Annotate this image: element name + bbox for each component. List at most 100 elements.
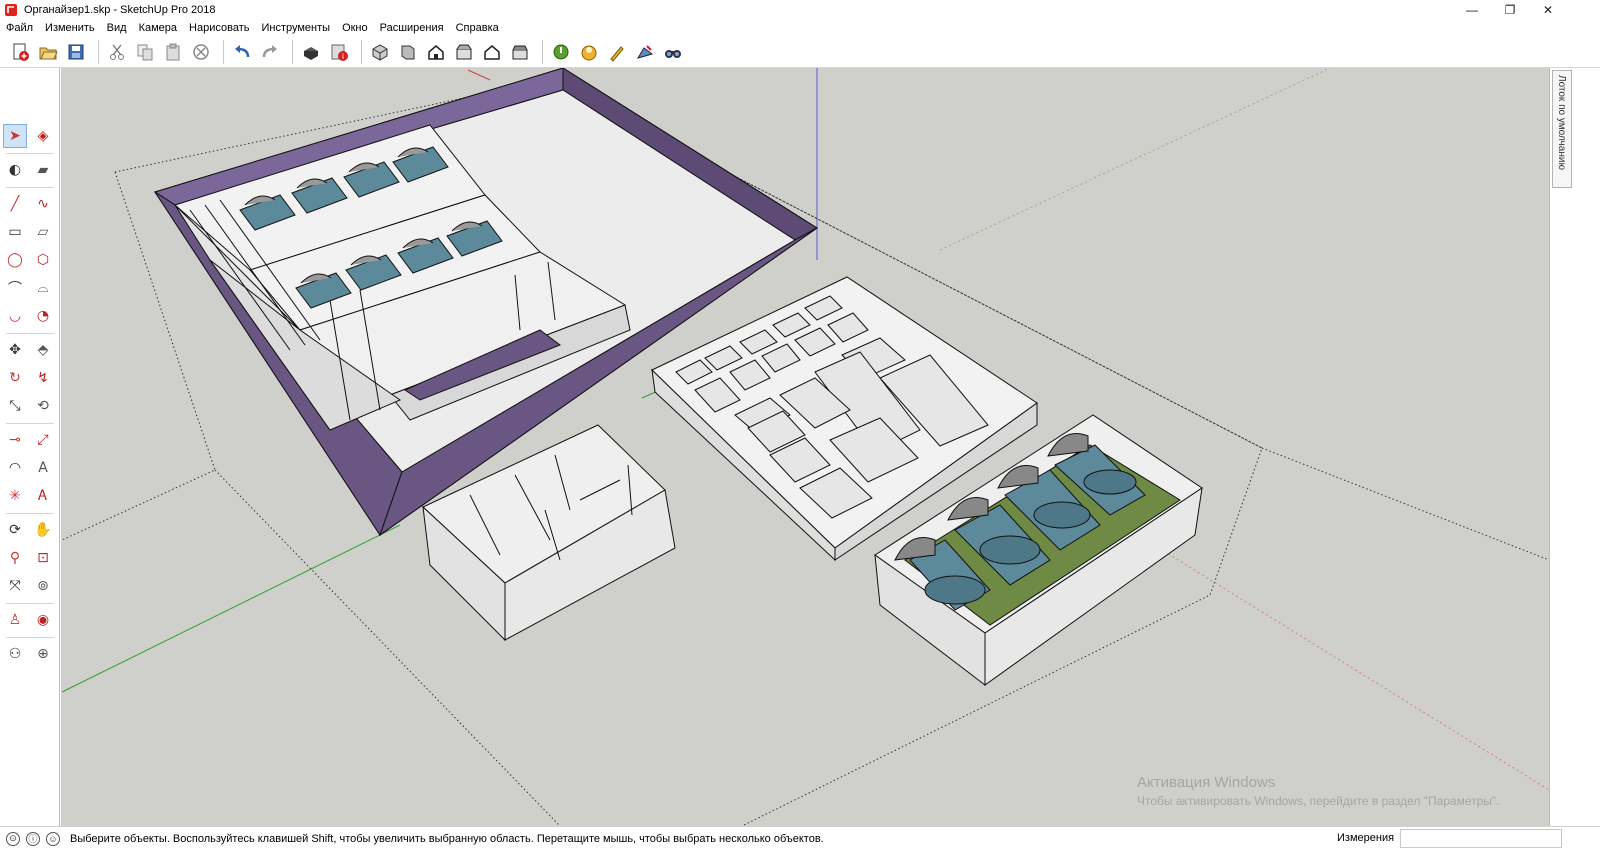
select-icon[interactable]: ➤ bbox=[3, 124, 27, 148]
redo-icon[interactable] bbox=[258, 40, 282, 64]
menu-edit[interactable]: Изменить bbox=[45, 22, 95, 34]
model-info-icon[interactable]: i bbox=[327, 40, 351, 64]
undo-icon[interactable] bbox=[230, 40, 254, 64]
tool-palette: ➤ ◈ ◐ ▰ ╱ ∿ ▭ ▱ ◯ ⬡ ⌒ ⌓ ◡ ◔ ✥ ⬘ ↻ ↯ ⤡ ⟲ ⊸ ⤢ ◠ A ✳ Ꭺ ⟳ ✋ ⚲ ⊡ ⤧ ⊚ ♙ ◉ ⚇ ⊕ bbox=[0, 68, 60, 844]
paste-icon[interactable] bbox=[161, 40, 185, 64]
title-bar: Органайзер1.skp - SketchUp Pro 2018 — ❐ … bbox=[0, 0, 1600, 20]
push-pull-icon[interactable]: ⬘ bbox=[31, 338, 55, 362]
dimension-icon[interactable]: ⤢ bbox=[31, 428, 55, 452]
measurements-input[interactable] bbox=[1400, 829, 1562, 848]
menu-help[interactable]: Справка bbox=[456, 22, 499, 34]
credits-icon[interactable]: ⓘ bbox=[26, 831, 40, 846]
3d-text-icon[interactable]: Ꭺ bbox=[31, 484, 55, 508]
svg-text:i: i bbox=[342, 52, 344, 61]
copy-icon[interactable] bbox=[133, 40, 157, 64]
axes-icon[interactable]: ✳ bbox=[3, 484, 27, 508]
top-view-icon[interactable] bbox=[396, 40, 420, 64]
new-file-icon[interactable] bbox=[8, 40, 32, 64]
delete-icon[interactable] bbox=[189, 40, 213, 64]
maximize-button[interactable]: ❐ bbox=[1490, 0, 1530, 20]
two-point-arc-icon[interactable]: ⌓ bbox=[31, 276, 55, 300]
pan-icon[interactable]: ✋ bbox=[31, 518, 55, 542]
toolbar-separator bbox=[292, 39, 293, 64]
rotated-rectangle-icon[interactable]: ▱ bbox=[31, 220, 55, 244]
windows-activation-watermark: Активация Windows Чтобы активировать Win… bbox=[1137, 774, 1500, 808]
window-title: Органайзер1.skp - SketchUp Pro 2018 bbox=[24, 4, 216, 16]
red-axis-segment bbox=[467, 69, 491, 81]
component-icon[interactable]: ◈ bbox=[31, 124, 55, 148]
polygon-icon[interactable]: ⬡ bbox=[31, 248, 55, 272]
palette-separator bbox=[6, 187, 54, 188]
zoom-window-icon[interactable]: ⊡ bbox=[31, 546, 55, 570]
front-view-icon[interactable] bbox=[424, 40, 448, 64]
open-icon[interactable] bbox=[36, 40, 60, 64]
rectangle-icon[interactable]: ▭ bbox=[3, 220, 27, 244]
toolbar-separator bbox=[542, 39, 543, 64]
zoom-extents-icon[interactable]: ⤧ bbox=[3, 574, 27, 598]
left-view-icon[interactable] bbox=[508, 40, 532, 64]
model-scene bbox=[61, 68, 1549, 826]
palette-separator bbox=[6, 513, 54, 514]
freehand-icon[interactable]: ∿ bbox=[31, 192, 55, 216]
previous-view-icon[interactable]: ⊚ bbox=[31, 574, 55, 598]
paint-bucket-icon[interactable]: ◐ bbox=[3, 158, 27, 182]
circle-icon[interactable]: ◯ bbox=[3, 248, 27, 272]
palette-separator bbox=[6, 603, 54, 604]
move-icon[interactable]: ✥ bbox=[3, 338, 27, 362]
protractor-icon[interactable]: ◠ bbox=[3, 456, 27, 480]
iso-view-icon[interactable] bbox=[368, 40, 392, 64]
scale-icon[interactable]: ⤡ bbox=[3, 394, 27, 418]
status-bar: ⊙ ⓘ ☺ Выберите объекты. Воспользуйтесь к… bbox=[0, 826, 1600, 850]
style-builder-icon[interactable] bbox=[633, 40, 657, 64]
palette-separator bbox=[6, 637, 54, 638]
back-view-icon[interactable] bbox=[480, 40, 504, 64]
walk-icon[interactable]: ⚇ bbox=[3, 642, 27, 666]
find-icon[interactable] bbox=[661, 40, 685, 64]
toolbar-separator bbox=[223, 39, 224, 64]
watermark-subtitle: Чтобы активировать Windows, перейдите в … bbox=[1137, 794, 1500, 808]
cut-icon[interactable] bbox=[105, 40, 129, 64]
minimize-button[interactable]: — bbox=[1452, 0, 1492, 20]
sketchup-app-icon bbox=[5, 4, 17, 16]
tape-measure-icon[interactable]: ⊸ bbox=[3, 428, 27, 452]
section-plane-icon[interactable]: ⊕ bbox=[31, 642, 55, 666]
main-toolbar: i bbox=[0, 36, 1600, 68]
menu-camera[interactable]: Камера bbox=[139, 22, 177, 34]
zoom-icon[interactable]: ⚲ bbox=[3, 546, 27, 570]
rotate-icon[interactable]: ↻ bbox=[3, 366, 27, 390]
green-axis-dashed bbox=[939, 68, 1331, 251]
follow-me-icon[interactable]: ↯ bbox=[31, 366, 55, 390]
main-box[interactable] bbox=[153, 68, 818, 537]
default-tray-tab[interactable]: Лоток по умолчанию bbox=[1552, 70, 1572, 188]
menu-file[interactable]: Файл bbox=[6, 22, 33, 34]
orbit-icon[interactable]: ⟳ bbox=[3, 518, 27, 542]
pie-icon[interactable]: ◔ bbox=[31, 304, 55, 328]
menu-view[interactable]: Вид bbox=[107, 22, 127, 34]
model-viewport[interactable]: Активация Windows Чтобы активировать Win… bbox=[61, 68, 1549, 826]
line-icon[interactable]: ╱ bbox=[3, 192, 27, 216]
eraser-icon[interactable]: ▰ bbox=[31, 158, 55, 182]
text-icon[interactable]: A bbox=[31, 456, 55, 480]
position-camera-icon[interactable]: ♙ bbox=[3, 608, 27, 632]
extension-warehouse-icon[interactable] bbox=[577, 40, 601, 64]
look-around-icon[interactable]: ◉ bbox=[31, 608, 55, 632]
user-icon[interactable]: ☺ bbox=[46, 831, 60, 846]
menu-window[interactable]: Окно bbox=[342, 22, 368, 34]
save-icon[interactable] bbox=[64, 40, 88, 64]
warehouse-icon[interactable] bbox=[549, 40, 573, 64]
measurements-label: Измерения bbox=[1337, 832, 1395, 844]
close-button[interactable]: ✕ bbox=[1528, 0, 1568, 20]
arc-icon[interactable]: ⌒ bbox=[3, 276, 27, 300]
right-view-icon[interactable] bbox=[452, 40, 476, 64]
watermark-title: Активация Windows bbox=[1137, 774, 1276, 791]
geo-location-icon[interactable]: ⊙ bbox=[6, 831, 20, 846]
menu-tools[interactable]: Инструменты bbox=[261, 22, 330, 34]
offset-icon[interactable]: ⟲ bbox=[31, 394, 55, 418]
window-bottom-edge bbox=[0, 850, 1600, 866]
menu-draw[interactable]: Нарисовать bbox=[189, 22, 249, 34]
layout-icon[interactable] bbox=[605, 40, 629, 64]
menu-extensions[interactable]: Расширения bbox=[380, 22, 444, 34]
palette-separator bbox=[6, 153, 54, 154]
three-point-arc-icon[interactable]: ◡ bbox=[3, 304, 27, 328]
print-icon[interactable] bbox=[299, 40, 323, 64]
